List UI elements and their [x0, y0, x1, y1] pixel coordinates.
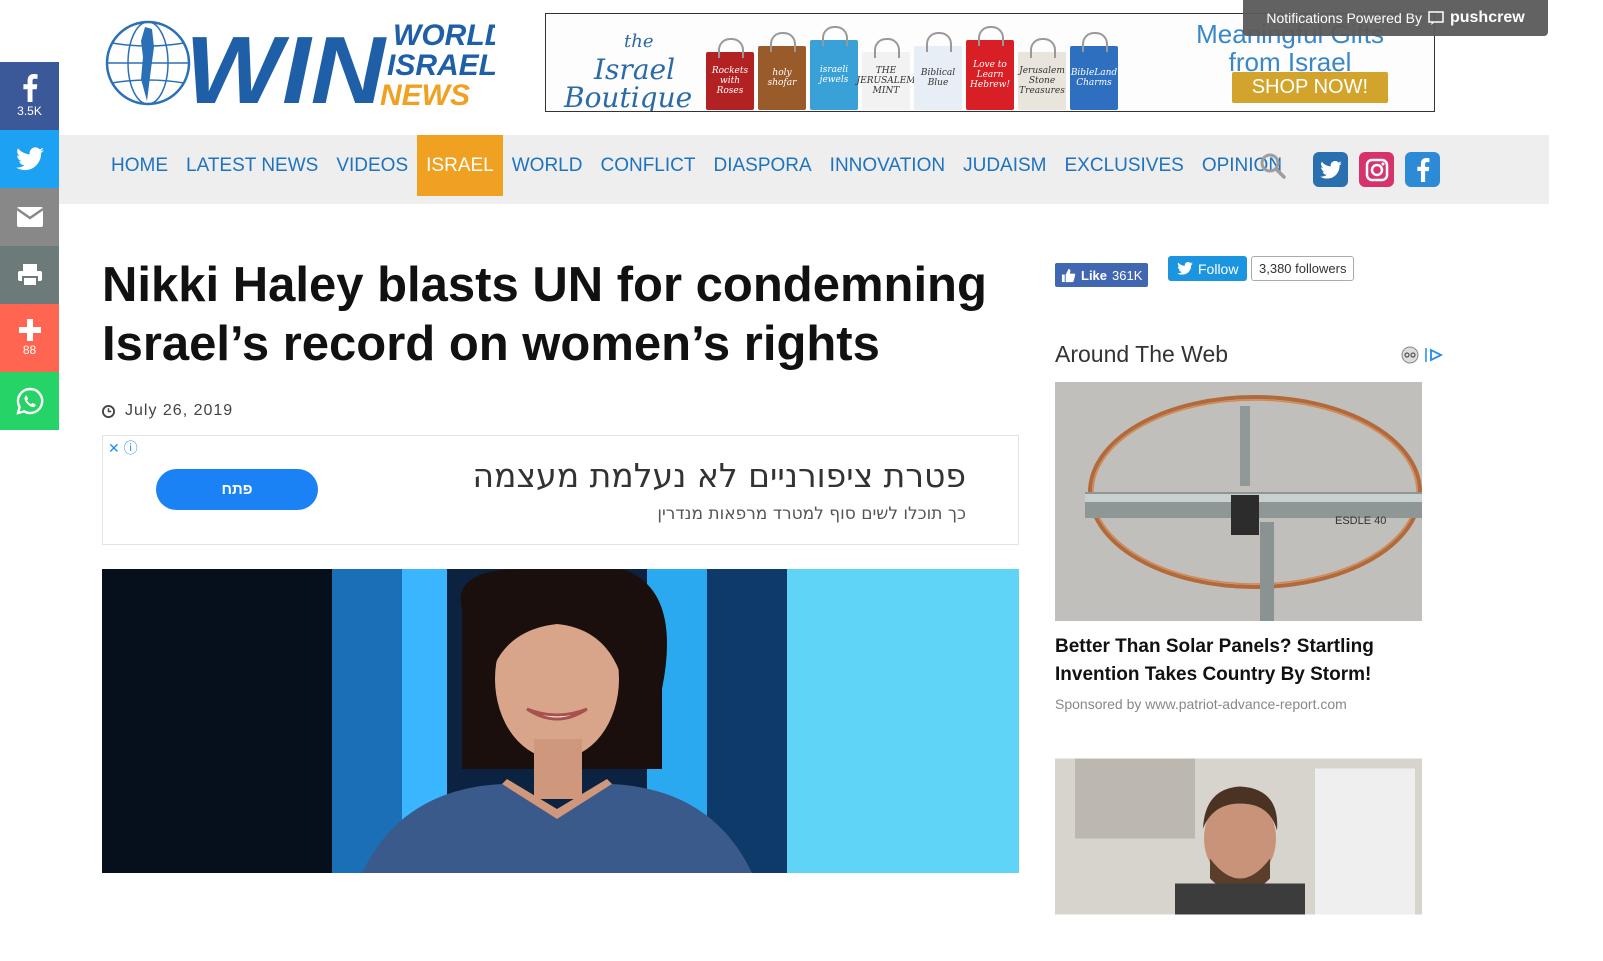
- clock-icon: [102, 404, 115, 418]
- banner-bags: Rockets with Roses holy shofar israeli jew…: [706, 20, 1118, 110]
- twitter-icon: [1177, 262, 1193, 275]
- facebook-like-count: 361K: [1112, 267, 1143, 283]
- sponsored-card-sponsor: Sponsored by www.patriot-advance-report.…: [1055, 696, 1347, 712]
- twitter-icon: [15, 147, 44, 171]
- nav-item-exclusives[interactable]: EXCLUSIVES: [1056, 135, 1193, 196]
- nav-item-judaism[interactable]: JUDAISM: [954, 135, 1055, 196]
- sponsored-card[interactable]: ESDLE 40 Better Than Solar Panels? Start…: [1055, 382, 1422, 712]
- twitter-icon: [1319, 160, 1342, 179]
- pushcrew-text: Notifications Powered By: [1266, 10, 1422, 26]
- facebook-like-label: Like: [1081, 267, 1108, 283]
- twitter-followers-count: 3,380 followers: [1251, 256, 1355, 281]
- nav-item-innovation[interactable]: INNOVATION: [821, 135, 954, 196]
- envelope-icon: [15, 207, 44, 227]
- banner-bag: Rockets with Roses: [706, 38, 754, 110]
- sponsored-card-headline[interactable]: Better Than Solar Panels? Startling Inve…: [1055, 633, 1422, 689]
- info-icon[interactable]: ⓘ: [124, 440, 138, 456]
- banner-bag: israeli jewels: [810, 26, 858, 110]
- banner-bag: Jerusalem Stone Treasures: [1018, 38, 1066, 110]
- article-date: July 26, 2019: [102, 402, 233, 420]
- site-logo[interactable]: WIN WORLD ISRAEL NEWS: [105, 17, 495, 109]
- shop-now-button[interactable]: SHOP NOW!: [1231, 72, 1388, 103]
- ad-choices-badge[interactable]: [1400, 346, 1443, 364]
- share-more-count: 88: [22, 343, 37, 357]
- instagram-link[interactable]: [1359, 152, 1394, 187]
- around-the-web-heading: Around The Web: [1055, 341, 1229, 367]
- share-twitter-button[interactable]: [0, 130, 59, 188]
- printer-icon: [17, 264, 42, 287]
- nav-item-videos[interactable]: VIDEOS: [327, 135, 417, 196]
- logo-world: WORLD: [393, 19, 495, 52]
- share-whatsapp-button[interactable]: [0, 372, 59, 430]
- share-email-button[interactable]: [0, 188, 59, 246]
- share-more-button[interactable]: 88: [0, 304, 59, 372]
- twitter-follow-button[interactable]: Follow: [1168, 256, 1248, 281]
- facebook-icon: [22, 74, 37, 102]
- nav-item-world[interactable]: WORLD: [503, 135, 592, 196]
- logo-news: NEWS: [380, 79, 470, 109]
- nav-item-home[interactable]: HOME: [102, 135, 177, 196]
- nav-item-latest-news[interactable]: LATEST NEWS: [177, 135, 327, 196]
- pushcrew-brand: pushcrew: [1449, 9, 1525, 26]
- main-nav: HOME LATEST NEWS VIDEOS ISRAEL WORLD CONFLICT…: [59, 135, 1549, 204]
- thumbs-up-icon: [1061, 268, 1076, 282]
- twitter-link[interactable]: [1313, 152, 1348, 187]
- whatsapp-icon: [15, 387, 43, 415]
- article-title: Nikki Haley blasts UN for condemning Isr…: [102, 258, 987, 371]
- logo-win: WIN: [185, 17, 387, 109]
- nav-social-links: [1313, 152, 1440, 187]
- article-hero-image: [102, 569, 1019, 873]
- banner-bag: Love to Learn Hebrew!: [966, 26, 1014, 110]
- instagram-icon: [1365, 158, 1388, 181]
- banner-bag: THE JERUSALEM MINT: [857, 38, 916, 110]
- ad-subline: כך תוכלו לשים סוף למטרד מרפאות מנדרין: [657, 504, 966, 524]
- pushcrew-logo-icon: [1428, 11, 1444, 25]
- article-date-text: July 26, 2019: [125, 402, 234, 419]
- nav-item-conflict[interactable]: CONFLICT: [591, 135, 704, 196]
- sponsored-card-image: ESDLE 40: [1055, 382, 1422, 621]
- facebook-link[interactable]: [1405, 152, 1440, 187]
- facebook-share-count: 3.5K: [17, 104, 42, 118]
- banner-brand: the Israel Boutique: [564, 31, 693, 112]
- pushcrew-notification-bar[interactable]: Notifications Powered By pushcrew: [1243, 0, 1548, 36]
- banner-bag: BibleLand Charms: [1070, 32, 1118, 110]
- twitter-follow-label: Follow: [1198, 260, 1239, 277]
- nav-items: HOME LATEST NEWS VIDEOS ISRAEL WORLD CONFLICT…: [102, 135, 1291, 196]
- ad-open-button[interactable]: פתח: [156, 469, 318, 510]
- ad-headline: פטרת ציפורניים לא נעלמת מעצמה: [472, 456, 966, 495]
- share-facebook-button[interactable]: 3.5K: [0, 62, 59, 130]
- facebook-like-button[interactable]: Like 361K: [1055, 263, 1149, 287]
- nav-item-israel[interactable]: ISRAEL: [417, 135, 503, 196]
- inline-ad[interactable]: ✕ ⓘ פתח פטרת ציפורניים לא נעלמת מעצמה כך…: [102, 435, 1019, 545]
- sponsored-card-2[interactable]: [1055, 717, 1422, 961]
- sponsored-card-2-image: [1055, 758, 1422, 915]
- facebook-icon: [1416, 157, 1429, 182]
- search-icon[interactable]: [1259, 152, 1287, 180]
- svg-text:ESDLE 40: ESDLE 40: [1335, 515, 1386, 527]
- plus-icon: [18, 319, 41, 341]
- ad-close-info[interactable]: ✕ ⓘ: [108, 438, 138, 458]
- banner-bag: holy shofar: [758, 32, 806, 110]
- globe-icon: [105, 20, 191, 106]
- play-triangle-icon: [1425, 348, 1443, 362]
- close-icon[interactable]: ✕: [108, 440, 120, 456]
- share-rail: 3.5K 88: [0, 62, 59, 430]
- logo-israel: ISRAEL: [387, 49, 495, 82]
- banner-bag: Biblical Blue: [914, 32, 962, 110]
- share-print-button[interactable]: [0, 246, 59, 304]
- nav-item-diaspora[interactable]: DIASPORA: [704, 135, 820, 196]
- adchoices-icon: [1401, 346, 1419, 364]
